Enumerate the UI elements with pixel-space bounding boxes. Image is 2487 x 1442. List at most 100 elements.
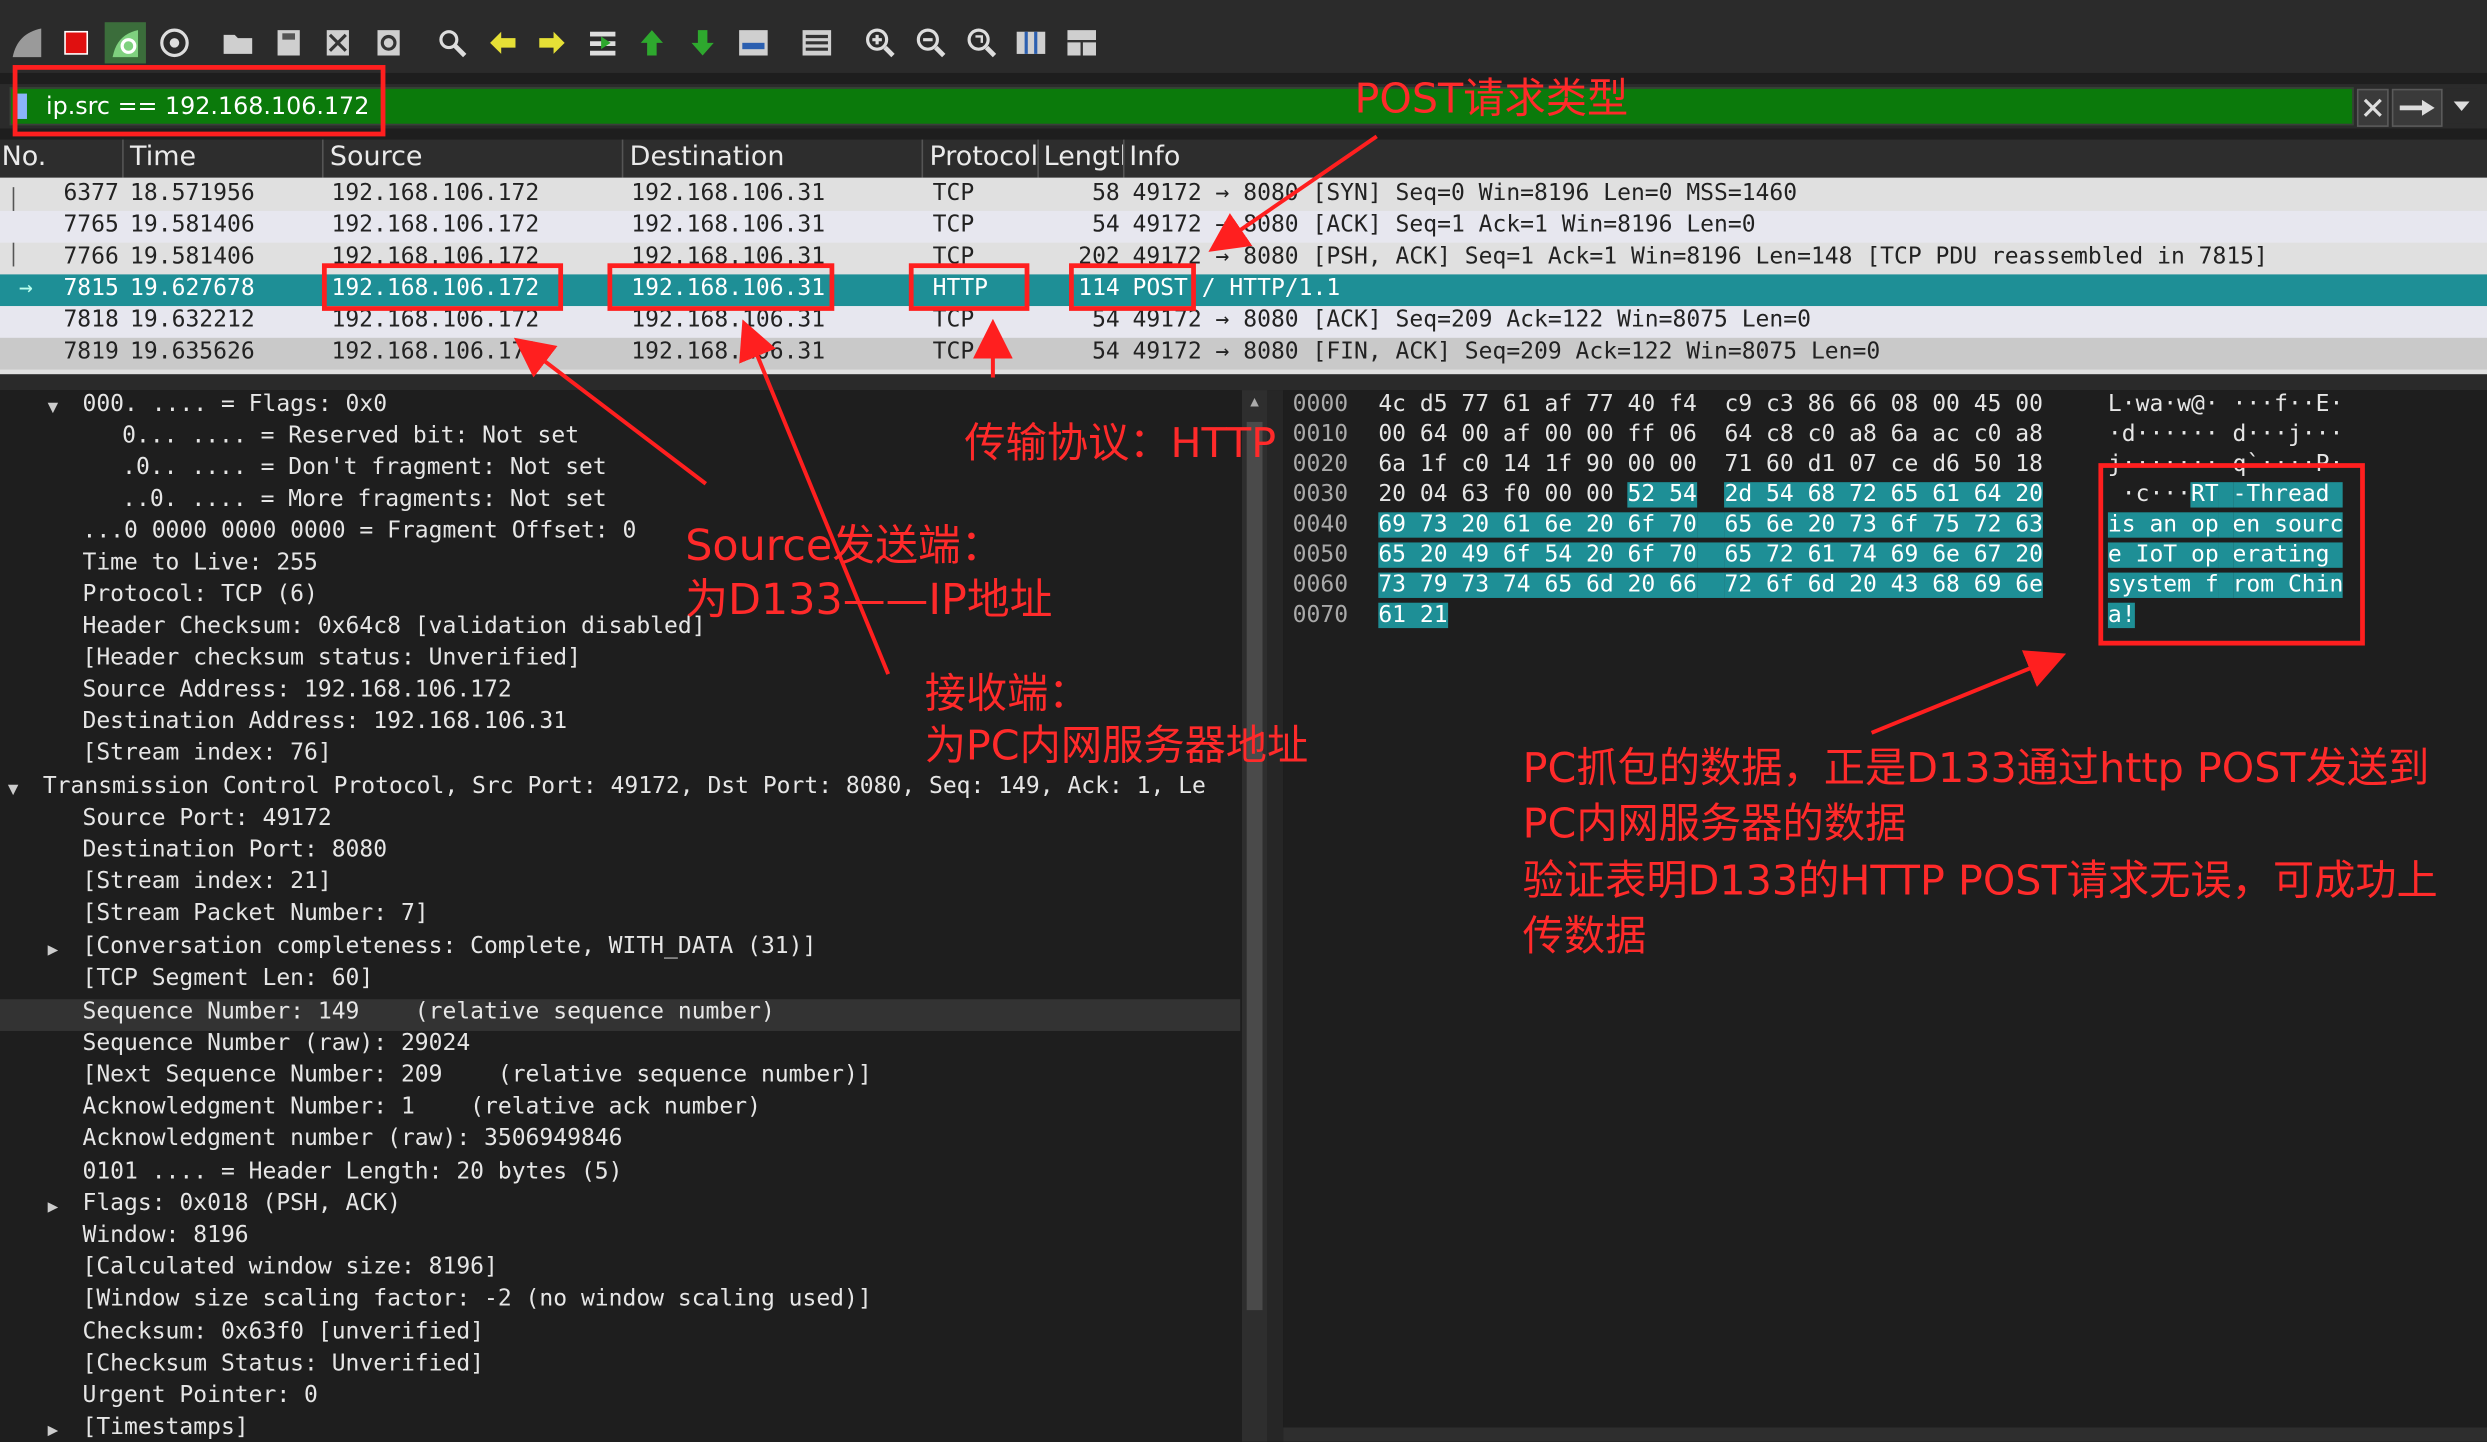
expanded-triangle-icon[interactable]: ▼	[8, 779, 19, 800]
resize-columns-icon[interactable]	[1010, 22, 1051, 63]
bytes-horizontal-scrollbar[interactable]	[1283, 1427, 2487, 1442]
collapsed-triangle-icon[interactable]: ▶	[48, 939, 59, 960]
main-toolbar	[0, 0, 2487, 73]
annotation-receiver-1: 接收端：	[924, 670, 1090, 719]
col-destination-header[interactable]: Destination	[630, 141, 785, 173]
close-file-icon[interactable]	[317, 22, 358, 63]
layout-icon[interactable]	[1061, 22, 1102, 63]
hex-bytes[interactable]: 6a 1f c0 14 1f 90 00 00 71 60 d1 07 ce d…	[1378, 452, 2043, 477]
detail-line[interactable]: [Next Sequence Number: 209 (relative seq…	[0, 1063, 1240, 1095]
packet-source: 192.168.106.172	[331, 339, 540, 365]
go-to-packet-icon[interactable]	[582, 22, 623, 63]
col-protocol-header[interactable]: Protocol	[929, 141, 1038, 173]
detail-line[interactable]: [Calculated window size: 8196]	[0, 1255, 1240, 1287]
save-icon[interactable]	[268, 22, 309, 63]
find-icon[interactable]	[431, 22, 472, 63]
first-packet-icon[interactable]	[631, 22, 672, 63]
detail-line[interactable]: Acknowledgment number (raw): 3506949846	[0, 1126, 1240, 1158]
detail-line[interactable]: ▶ Flags: 0x018 (PSH, ACK)	[0, 1191, 1240, 1223]
detail-line[interactable]: Protocol: TCP (6)	[0, 582, 1240, 614]
packet-protocol: TCP	[932, 339, 975, 365]
detail-line[interactable]: ▶ [Timestamps]	[0, 1415, 1240, 1442]
options-gear-icon[interactable]	[154, 22, 195, 63]
detail-line[interactable]: ..0. .... = More fragments: Not set	[0, 487, 1240, 519]
forward-icon[interactable]	[531, 22, 572, 63]
hex-ascii[interactable]: L·wa·w@· ···f··E·	[2108, 392, 2343, 417]
apply-filter-icon[interactable]	[2391, 88, 2443, 127]
detail-line-highlighted[interactable]: Sequence Number: 149 (relative sequence …	[0, 999, 1241, 1031]
hex-offset: 0070	[1292, 602, 1349, 629]
detail-line[interactable]: ...0 0000 0000 0000 = Fragment Offset: 0	[0, 519, 1240, 551]
col-length-header[interactable]: Length	[1044, 141, 1123, 173]
zoom-reset-icon[interactable]	[961, 22, 1002, 63]
detail-line[interactable]: [TCP Segment Len: 60]	[0, 966, 1240, 998]
hex-bytes[interactable]: 61 21	[1378, 602, 1448, 629]
zoom-in-icon[interactable]	[860, 22, 901, 63]
detail-line[interactable]: Acknowledgment Number: 1 (relative ack n…	[0, 1094, 1240, 1126]
pane-splitter[interactable]	[0, 374, 2487, 391]
hex-bytes[interactable]: 69 73 20 61 6e 20 6f 70 65 6e 20 73 6f 7…	[1378, 512, 2043, 538]
expanded-triangle-icon[interactable]: ▼	[48, 397, 59, 418]
filter-dropdown-icon[interactable]	[2445, 88, 2478, 124]
protocol-highlight-box	[908, 263, 1030, 311]
detail-line[interactable]: Window: 8196	[0, 1223, 1240, 1255]
detail-line[interactable]: [Stream index: 21]	[0, 869, 1240, 901]
detail-line[interactable]: 0101 .... = Header Length: 20 bytes (5)	[0, 1159, 1240, 1191]
zoom-out-icon[interactable]	[910, 22, 951, 63]
packet-list-header: No. Time Source Destination Protocol Len…	[0, 139, 2487, 180]
hex-offset: 0020	[1292, 452, 1349, 478]
last-packet-icon[interactable]	[682, 22, 723, 63]
pane-splitter-vertical[interactable]	[1267, 390, 1284, 1442]
detail-line[interactable]: Sequence Number (raw): 29024	[0, 1031, 1240, 1063]
stop-icon[interactable]	[56, 22, 97, 63]
hex-ascii[interactable]: ·d······ d···j···	[2108, 422, 2343, 447]
detail-line[interactable]: Checksum: 0x63f0 [unverified]	[0, 1320, 1240, 1352]
col-time-header[interactable]: Time	[130, 141, 196, 173]
detail-line[interactable]: [Stream Packet Number: 7]	[0, 901, 1240, 933]
col-no-header[interactable]: No.	[2, 141, 47, 173]
scrollbar-thumb[interactable]	[1246, 421, 1263, 1311]
packet-info: 49172 → 8080 [ACK] Seq=1 Ack=1 Win=8196 …	[1132, 212, 1756, 238]
hex-bytes[interactable]: 65 20 49 6f 54 20 6f 70 65 72 61 74 69 6…	[1378, 542, 2043, 568]
scroll-up-icon[interactable]: ▲	[1247, 395, 1263, 411]
reload-icon[interactable]	[368, 22, 409, 63]
packet-row[interactable]: 6377 18.571956 192.168.106.172 192.168.1…	[0, 179, 2487, 211]
detail-line[interactable]: Urgent Pointer: 0	[0, 1383, 1240, 1415]
packet-info: 49172 → 8080 [SYN] Seq=0 Win=8196 Len=0 …	[1132, 180, 1798, 207]
packet-no: 7765	[63, 212, 119, 238]
col-source-header[interactable]: Source	[330, 141, 423, 173]
detail-line[interactable]: [Window size scaling factor: -2 (no wind…	[0, 1286, 1240, 1318]
detail-line[interactable]: Time to Live: 255	[0, 550, 1240, 582]
packet-no: 7766	[63, 244, 119, 270]
colorize-icon[interactable]	[796, 22, 837, 63]
hex-bytes[interactable]: 20 04 63 f0 00 00 52 54 2d 54 68 72 65 6…	[1378, 482, 2043, 508]
packet-protocol: TCP	[932, 180, 975, 207]
detail-line[interactable]: [Checksum Status: Unverified]	[0, 1351, 1240, 1383]
collapsed-triangle-icon[interactable]: ▶	[48, 1420, 59, 1441]
packet-row[interactable]: 7819 19.635626 192.168.106.172 192.168.1…	[0, 337, 2487, 370]
detail-line[interactable]: Header Checksum: 0x64c8 [validation disa…	[0, 614, 1240, 646]
detail-line[interactable]: Destination Port: 8080	[0, 837, 1240, 869]
col-info-header[interactable]: Info	[1129, 141, 1180, 173]
autoscroll-icon[interactable]	[733, 22, 774, 63]
hex-bytes[interactable]: 73 79 73 74 65 6d 20 66 72 6f 6d 20 43 6…	[1378, 572, 2043, 598]
hex-bytes[interactable]: 4c d5 77 61 af 77 40 f4 c9 c3 86 66 08 0…	[1378, 392, 2043, 417]
restart-icon[interactable]	[104, 22, 146, 64]
open-folder-icon[interactable]	[217, 22, 258, 63]
packet-time: 19.627678	[130, 275, 255, 302]
shark-fin-start-icon[interactable]	[6, 22, 47, 63]
detail-line[interactable]: ▶ [Conversation completeness: Complete, W…	[0, 934, 1240, 966]
clear-filter-icon[interactable]	[2356, 88, 2389, 127]
hex-offset: 0060	[1292, 572, 1349, 598]
destination-highlight-box	[607, 263, 835, 311]
detail-line[interactable]: Source Port: 49172	[0, 806, 1240, 838]
details-scrollbar[interactable]: ▲	[1241, 390, 1268, 1442]
packet-row[interactable]: 7765 19.581406 192.168.106.172 192.168.1…	[0, 210, 2487, 243]
annotation-verify-1: PC抓包的数据，正是D133通过http POST发送到	[1522, 745, 2430, 794]
post-highlight-box	[1069, 263, 1196, 311]
hex-bytes[interactable]: 00 64 00 af 00 00 ff 06 64 c8 c0 a8 6a a…	[1378, 422, 2043, 447]
collapsed-triangle-icon[interactable]: ▶	[48, 1196, 59, 1217]
packet-length: 54	[1092, 212, 1120, 238]
detail-line-tcp[interactable]: ▼ Transmission Control Protocol, Src Port…	[0, 774, 1240, 806]
back-icon[interactable]	[482, 22, 523, 63]
